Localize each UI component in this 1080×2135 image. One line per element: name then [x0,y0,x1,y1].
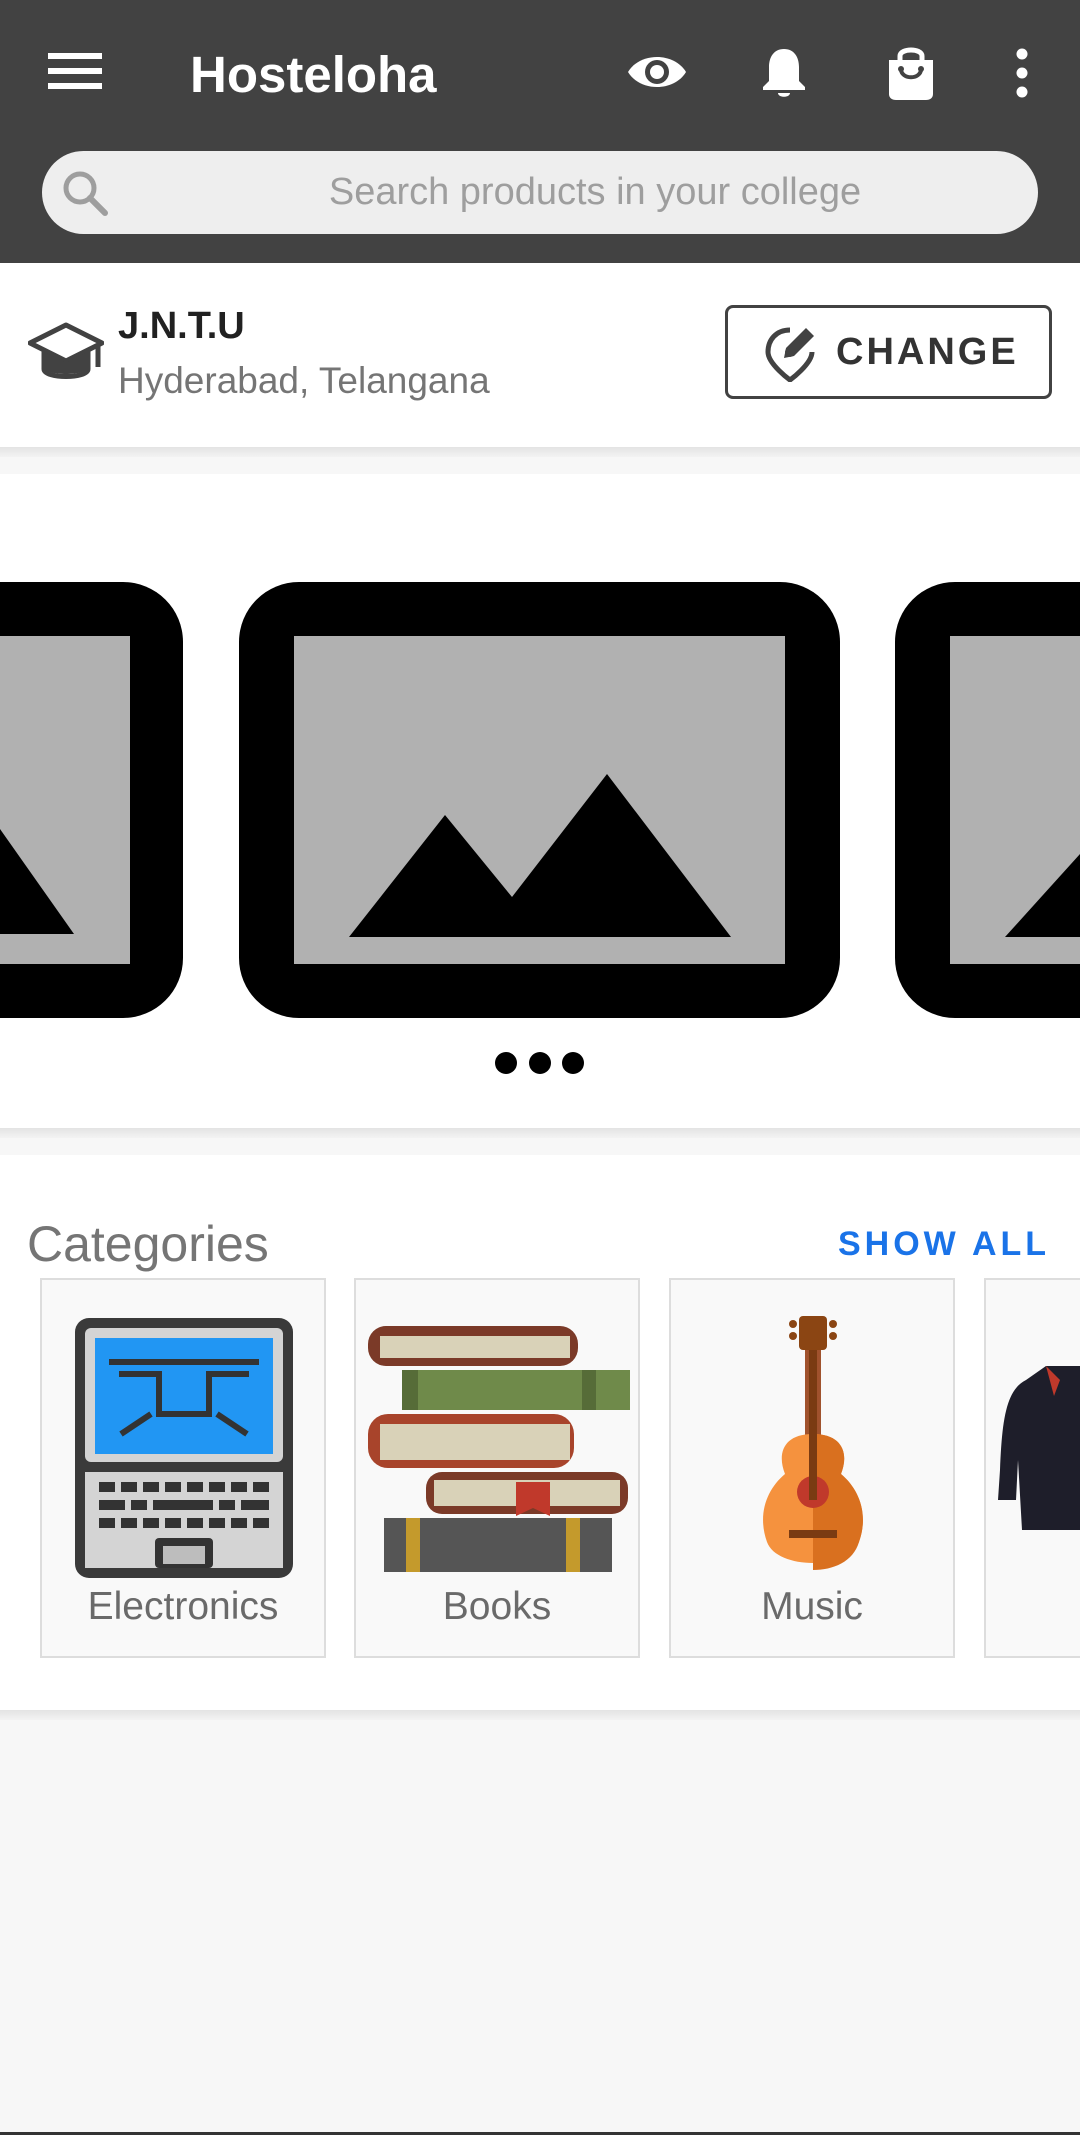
app-title: Hosteloha [190,46,437,103]
carousel-dot[interactable] [495,1052,517,1074]
college-name: J.N.T.U [118,305,245,347]
college-location: Hyderabad, Telangana [118,360,490,401]
divider [0,1128,1080,1138]
category-card-music[interactable]: Music [669,1278,955,1658]
more-vert-icon[interactable] [1012,48,1032,98]
carousel-dot[interactable] [562,1052,584,1074]
category-label: Music [761,1585,863,1628]
search-placeholder: Search products in your college [328,171,862,213]
banner-images [0,582,1080,1074]
category-label: Books [442,1585,552,1628]
eye-icon[interactable] [626,50,688,94]
banner-carousel[interactable] [0,474,1080,1128]
menu-icon[interactable] [46,50,104,92]
category-card-electronics[interactable]: Electronics [40,1278,326,1658]
bell-icon[interactable] [760,45,808,101]
search-input[interactable]: Search products in your college [42,151,1038,234]
divider [0,447,1080,457]
app-bar: Hosteloha Search products in your colleg… [0,0,1080,263]
jacket-icon [998,1366,1080,1530]
change-college-button[interactable]: CHANGE [725,305,1052,399]
banner-image-left[interactable] [0,582,183,1018]
change-label: CHANGE [836,331,1019,373]
graduation-cap-icon [28,322,104,379]
laptop-icon [75,1318,293,1578]
carousel-dot[interactable] [529,1052,551,1074]
category-label: Electronics [87,1585,279,1628]
edit-location-icon [765,327,815,382]
category-card-books[interactable]: Books [354,1278,640,1658]
category-card-clothing[interactable] [984,1278,1080,1658]
banner-image-center[interactable] [239,582,840,1018]
divider [0,1710,1080,1720]
banner-image-right[interactable] [895,582,1080,1018]
shopping-bag-icon[interactable] [886,44,936,102]
categories-title: Categories [27,1216,269,1272]
show-all-button[interactable]: SHOW ALL [838,1225,1050,1264]
books-icon [368,1326,630,1572]
guitar-icon [763,1316,863,1570]
